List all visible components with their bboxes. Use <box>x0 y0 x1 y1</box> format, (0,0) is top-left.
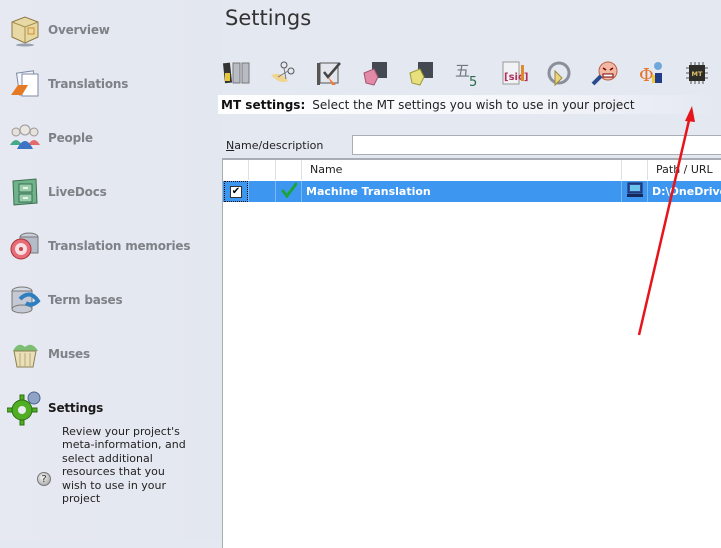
sidebar-item-label: LiveDocs <box>48 185 107 199</box>
mt-settings-header: MT settings: Select the MT settings you … <box>218 95 721 114</box>
sidebar-item-label: Term bases <box>48 293 123 307</box>
qa-settings-icon <box>314 59 344 90</box>
main-panel: Settings 五5 [sic] Φ MT MT settings: Sele… <box>218 0 721 548</box>
people-icon <box>6 119 44 157</box>
qa-settings-button[interactable] <box>312 57 346 91</box>
sidebar-item-muses[interactable]: Muses <box>6 332 216 376</box>
sidebar: Overview Translations People LiveDocs Tr… <box>0 0 222 540</box>
character-count-icon: 五5 <box>452 59 482 90</box>
svg-text:[sic]: [sic] <box>504 72 528 83</box>
svg-text:Φ: Φ <box>639 65 654 86</box>
settings-description: Review your project's meta-information, … <box>62 425 186 506</box>
angry-face-icon <box>590 59 620 90</box>
pink-plugin-button[interactable] <box>358 57 392 91</box>
row-checkbox-cell: ✔ <box>223 181 249 202</box>
page-title: Settings <box>225 6 312 30</box>
sidebar-item-label: Translations <box>48 77 129 91</box>
gear-icon <box>6 389 44 427</box>
green-check-icon <box>281 182 297 201</box>
file-cabinet-icon <box>6 173 44 211</box>
character-count-button[interactable]: 五5 <box>450 57 484 91</box>
name-description-label: Name/description <box>226 139 324 152</box>
column-header-status[interactable] <box>276 160 302 180</box>
mt-resources-grid: Name Path / URL ✔ Machine Translation D:… <box>222 158 721 548</box>
phi-tools-icon: Φ <box>636 59 666 90</box>
sic-icon: [sic] <box>498 59 528 90</box>
sidebar-item-label: Overview <box>48 23 110 37</box>
row-checkbox[interactable]: ✔ <box>230 185 242 198</box>
mt-chip-label: MT <box>692 70 703 78</box>
name-description-filter-input[interactable] <box>352 135 721 155</box>
phi-tools-button[interactable]: Φ <box>634 57 668 91</box>
column-header-path[interactable]: Path / URL <box>648 160 721 180</box>
section-description: Select the MT settings you wish to use i… <box>312 97 635 112</box>
sidebar-item-label: People <box>48 131 93 145</box>
settings-toolbar: 五5 [sic] Φ MT <box>222 57 721 93</box>
cut-paste-icon <box>268 59 298 90</box>
sidebar-item-label: Translation memories <box>48 239 191 253</box>
section-title: MT settings: <box>221 97 306 112</box>
row-status-cell <box>276 181 302 202</box>
sidebar-item-translation-memories[interactable]: Translation memories <box>6 224 216 268</box>
mt-chip-icon: MT <box>682 59 712 90</box>
sic-button[interactable]: [sic] <box>496 57 530 91</box>
column-header-location[interactable] <box>622 160 648 180</box>
documents-icon <box>6 65 44 103</box>
column-header-name[interactable]: Name <box>302 160 622 180</box>
mt-settings-button[interactable]: MT <box>680 57 714 91</box>
basket-icon <box>6 335 44 373</box>
box-icon <box>6 11 44 49</box>
pink-puzzle-icon <box>360 59 390 90</box>
profanity-filter-button[interactable] <box>588 57 622 91</box>
svg-text:5: 5 <box>469 75 477 87</box>
grid-header: Name Path / URL <box>223 160 721 180</box>
sidebar-item-term-bases[interactable]: Term bases <box>6 278 216 322</box>
table-row[interactable]: ✔ Machine Translation D:\OneDrive <box>223 181 721 202</box>
computer-icon <box>626 182 644 201</box>
refresh-circle-icon <box>544 59 574 90</box>
database-disc-icon <box>6 227 44 265</box>
column-header-blank[interactable] <box>249 160 276 180</box>
database-arrow-icon <box>6 281 44 319</box>
cut-paste-button[interactable] <box>266 57 300 91</box>
sidebar-item-settings[interactable]: Settings <box>6 386 216 430</box>
column-header-checkbox[interactable] <box>223 160 249 180</box>
segmentation-rules-icon <box>222 59 252 90</box>
help-icon[interactable]: ? <box>37 472 51 486</box>
segmentation-rules-button[interactable] <box>220 57 254 91</box>
row-location-cell <box>622 181 648 202</box>
sidebar-item-overview[interactable]: Overview <box>6 8 216 52</box>
svg-text:五: 五 <box>455 62 470 80</box>
sidebar-item-label: Settings <box>48 401 104 415</box>
row-checkbox-focus: ✔ <box>224 181 248 202</box>
row-path-cell: D:\OneDrive <box>652 185 721 198</box>
refresh-button[interactable] <box>542 57 576 91</box>
sidebar-item-label: Muses <box>48 347 90 361</box>
sidebar-item-translations[interactable]: Translations <box>6 62 216 106</box>
sidebar-item-people[interactable]: People <box>6 116 216 160</box>
row-blank-cell <box>249 181 276 202</box>
sidebar-item-livedocs[interactable]: LiveDocs <box>6 170 216 214</box>
yellow-puzzle-icon <box>406 59 436 90</box>
yellow-plugin-button[interactable] <box>404 57 438 91</box>
row-name-cell: Machine Translation <box>302 181 622 202</box>
